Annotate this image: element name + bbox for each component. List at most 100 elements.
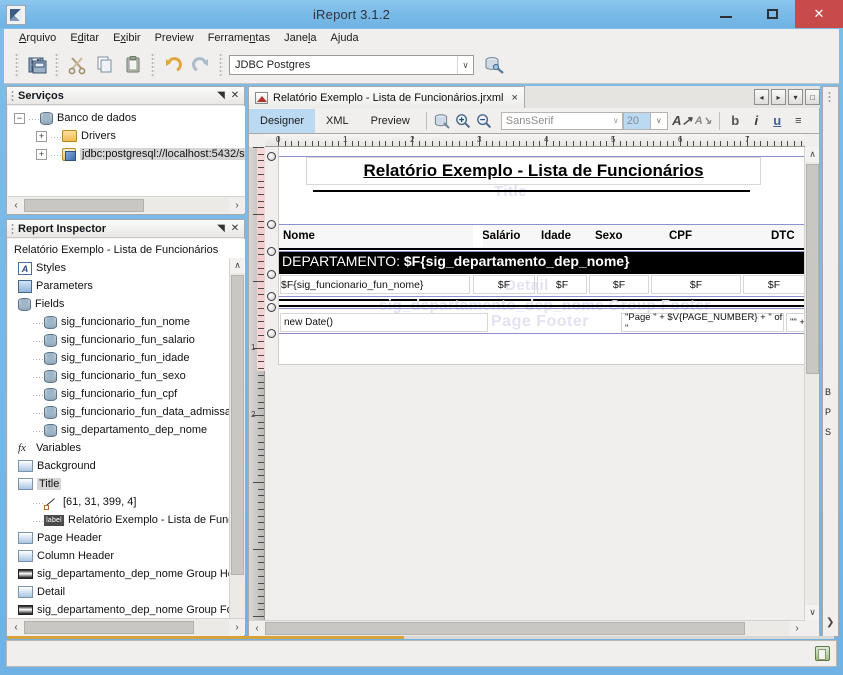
save-icon[interactable] — [23, 51, 51, 79]
copy-icon[interactable] — [91, 51, 119, 79]
tree-item-field[interactable]: sig_funcionario_fun_data_admissac — [8, 403, 245, 421]
tree-item-field[interactable]: sig_departamento_dep_nome — [8, 421, 245, 439]
column-header-salario[interactable]: Salário — [482, 230, 520, 242]
page-footer-total-pages-field[interactable]: "" + $V — [786, 313, 805, 332]
column-header-idade[interactable]: Idade — [541, 230, 571, 242]
band-resize-handle[interactable] — [267, 292, 276, 301]
document-tab-jrxml[interactable]: Relatório Exemplo - Lista de Funcionário… — [248, 86, 525, 108]
tab-xml[interactable]: XML — [315, 109, 360, 133]
detail-field-salario[interactable]: $F — [473, 275, 535, 294]
minimize-button[interactable] — [703, 0, 749, 28]
datasource-combo[interactable]: JDBC Postgres ∨ — [229, 55, 474, 75]
report-page[interactable]: Title Relatório Exemplo - Lista de Funci… — [278, 147, 805, 365]
design-canvas[interactable]: Title Relatório Exemplo - Lista de Funci… — [265, 147, 805, 621]
scroll-up-button[interactable]: ∧ — [230, 258, 245, 273]
datasource-wizard-icon[interactable] — [480, 51, 508, 79]
maximize-window-button[interactable]: □ — [805, 89, 820, 105]
band-resize-handle[interactable] — [267, 220, 276, 229]
band-resize-handle[interactable] — [267, 303, 276, 312]
tree-item-report-root[interactable]: Relatório Exemplo - Lista de Funcionário… — [8, 241, 245, 259]
toolbar-grip-4[interactable] — [219, 53, 223, 77]
band-resize-handle[interactable] — [267, 152, 276, 161]
show-opened-documents-button[interactable]: ▾ — [788, 89, 803, 105]
hscroll-track[interactable] — [24, 620, 229, 635]
chevron-down-icon[interactable]: ∨ — [613, 116, 619, 125]
expand-toggle-icon[interactable]: + — [36, 131, 47, 142]
page-footer-page-number-field[interactable]: "Page " + $V{PAGE_NUMBER} + " of " — [621, 313, 784, 332]
title-static-text[interactable]: Relatório Exemplo - Lista de Funcionário… — [306, 157, 761, 185]
tree-item-jdbc-connection[interactable]: + jdbc:postgresql://localhost:5432/si — [8, 145, 245, 163]
band-resize-handle[interactable] — [267, 247, 276, 256]
menu-janela[interactable]: Janela — [277, 31, 323, 45]
undo-arrow-icon[interactable] — [159, 51, 187, 79]
vscroll-thumb[interactable] — [806, 164, 819, 374]
notification-icon[interactable] — [815, 646, 830, 661]
column-header-sexo[interactable]: Sexo — [595, 230, 623, 242]
canvas-vscrollbar[interactable]: ∧ ∨ — [804, 147, 819, 620]
vscroll-thumb[interactable] — [231, 275, 244, 575]
scroll-left-button[interactable]: ‹ — [8, 198, 24, 213]
close-button[interactable]: ✕ — [795, 0, 843, 28]
minimize-panel-icon[interactable]: ◥ — [214, 89, 228, 103]
menu-preview[interactable]: Preview — [148, 31, 201, 45]
inspector-tree[interactable]: Relatório Exemplo - Lista de Funcionário… — [8, 239, 245, 618]
menu-editar[interactable]: Editar — [63, 31, 106, 45]
menu-ajuda[interactable]: Ajuda — [324, 31, 366, 45]
zoom-out-icon[interactable] — [474, 110, 495, 132]
panel-grip-icon[interactable] — [11, 90, 14, 101]
tree-item-variables[interactable]: fx Variables — [8, 439, 245, 457]
tree-item-field[interactable]: sig_funcionario_fun_nome — [8, 313, 245, 331]
tree-item-parameters[interactable]: Parameters — [8, 277, 245, 295]
tree-item-field[interactable]: sig_funcionario_fun_sexo — [8, 367, 245, 385]
group-header-text[interactable]: DEPARTAMENTO: $F{sig_departamento_dep_no… — [282, 253, 630, 269]
right-dock-item-1[interactable]: P — [825, 407, 831, 417]
toolbar-grip-2[interactable] — [55, 53, 59, 77]
decrease-font-size-button[interactable]: A↘ — [693, 110, 714, 132]
vscroll-track[interactable] — [805, 162, 820, 605]
hscroll-thumb[interactable] — [24, 621, 194, 634]
scroll-up-button[interactable]: ∧ — [805, 147, 820, 162]
align-left-button[interactable]: ≡ — [788, 110, 809, 132]
hscroll-thumb[interactable] — [265, 622, 745, 635]
column-header-nome[interactable]: Nome — [283, 230, 315, 242]
tab-preview[interactable]: Preview — [360, 109, 421, 133]
maximize-button[interactable] — [749, 0, 795, 28]
detail-field-nome[interactable]: $F{sig_funcionario_fun_nome} — [280, 275, 470, 294]
close-panel-icon[interactable]: ✕ — [228, 222, 242, 236]
tree-item-banco-de-dados[interactable]: − Banco de dados — [8, 109, 245, 127]
hscroll-track[interactable] — [24, 198, 229, 213]
expand-toggle-icon[interactable]: + — [36, 149, 47, 160]
italic-button[interactable]: i — [746, 110, 767, 132]
column-header-dtc[interactable]: DTC — [771, 230, 795, 242]
detail-field-idade[interactable]: $F — [537, 275, 587, 294]
scroll-left-button[interactable]: ‹ — [8, 620, 24, 635]
tree-item-drivers[interactable]: + Drivers — [8, 127, 245, 145]
tree-item-styles[interactable]: A Styles — [8, 259, 245, 277]
menu-arquivo[interactable]: Arquivo — [12, 31, 63, 45]
scroll-right-button[interactable]: › — [229, 198, 245, 213]
vscroll-track[interactable] — [230, 273, 245, 618]
tree-item-field[interactable]: sig_funcionario_fun_idade — [8, 349, 245, 367]
tree-item-title[interactable]: Title — [8, 475, 245, 493]
font-size-combo[interactable]: 20 — [623, 112, 651, 130]
detail-field-dtc[interactable]: $F — [743, 275, 805, 294]
band-resize-handle[interactable] — [267, 270, 276, 279]
canvas-hscrollbar[interactable]: ‹ › — [249, 620, 805, 636]
minimize-panel-icon[interactable]: ◥ — [214, 222, 228, 236]
redo-arrow-icon[interactable] — [187, 51, 215, 79]
font-family-combo[interactable]: SansSerif ∨ — [501, 112, 623, 130]
services-tree[interactable]: − Banco de dados + Drivers + — [8, 106, 245, 196]
panel-grip-icon[interactable] — [11, 223, 14, 234]
inspector-hscrollbar[interactable]: ‹ › — [8, 618, 245, 635]
tree-item-field[interactable]: sig_funcionario_fun_cpf — [8, 385, 245, 403]
right-dock-item-2[interactable]: S — [825, 427, 831, 437]
detail-field-cpf[interactable]: $F — [651, 275, 741, 294]
scroll-tabs-left-button[interactable]: ◂ — [754, 89, 769, 105]
increase-font-size-button[interactable]: A↗ — [672, 110, 693, 132]
title-underline-rule[interactable] — [313, 190, 750, 192]
hscroll-thumb[interactable] — [24, 199, 144, 212]
detail-field-sexo[interactable]: $F — [589, 275, 649, 294]
right-dock-item-0[interactable]: B — [825, 387, 831, 397]
inspector-vscrollbar[interactable]: ∧ ∨ — [229, 258, 244, 618]
services-hscrollbar[interactable]: ‹ › — [8, 196, 245, 213]
